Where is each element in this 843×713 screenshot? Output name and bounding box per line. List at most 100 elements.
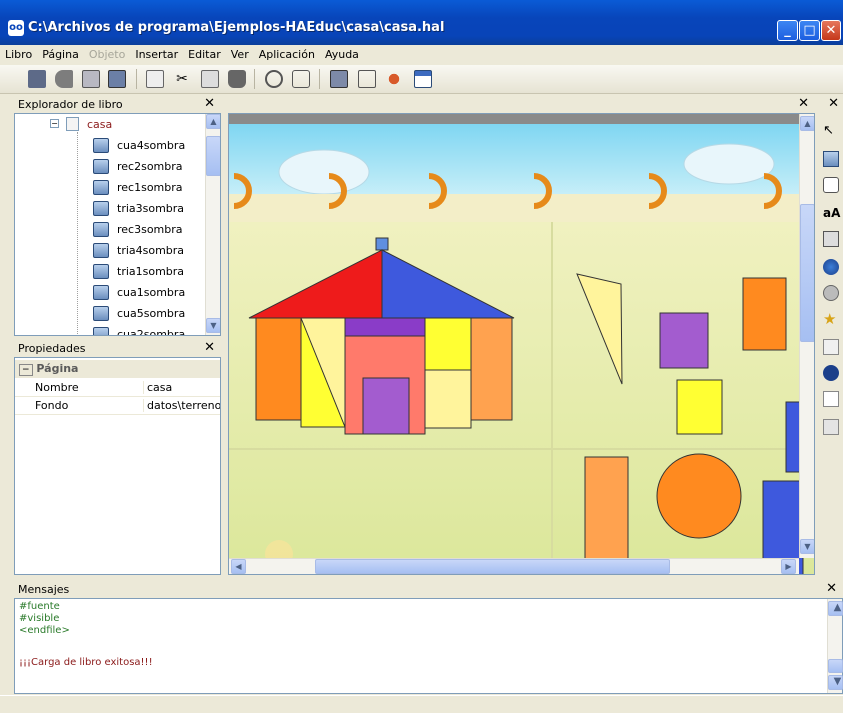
tools-icon[interactable] [385, 70, 403, 88]
scroll-right-icon[interactable]: ▶ [781, 559, 796, 574]
pointer-icon[interactable]: ↖ [823, 123, 839, 139]
status-bar [0, 695, 843, 713]
menu-objeto[interactable]: Objeto [84, 45, 131, 61]
message-line: #fuente [19, 601, 60, 612]
property-row[interactable]: Nombre casa [15, 379, 220, 397]
maximize-button[interactable]: □ [799, 20, 820, 41]
minimize-button[interactable]: _ [777, 20, 798, 41]
tree-root[interactable]: casa [87, 118, 112, 131]
book-explorer: − casa cua4sombra rec2sombra rec1sombra … [14, 113, 221, 336]
property-row[interactable]: Fondodatos\terreno-c [15, 397, 220, 415]
object-icon [93, 180, 109, 195]
explorer-scrollbar[interactable]: ▲ ▼ [205, 114, 220, 335]
page-tool-icon[interactable] [823, 339, 839, 355]
message-line: <endfile> [19, 625, 70, 636]
star-icon[interactable]: ★ [823, 311, 839, 327]
save-icon[interactable] [82, 70, 100, 88]
scroll-thumb[interactable] [828, 659, 843, 673]
canvas-vertical-scrollbar[interactable]: ▲ ▼ [799, 114, 814, 558]
object-icon [93, 264, 109, 279]
explorer-title: Explorador de libro [18, 98, 123, 111]
explorer-close-icon[interactable]: ✕ [204, 96, 215, 111]
preview-icon[interactable] [330, 70, 348, 88]
page-scene [229, 114, 814, 574]
tools-header: ✕ [818, 96, 843, 113]
menu-aplicacion[interactable]: Aplicación [254, 45, 320, 61]
menu-bar: Libro Página Objeto Insertar Editar Ver Aplica… [0, 45, 843, 65]
page-icon [66, 117, 79, 131]
settings-icon[interactable] [292, 70, 310, 88]
scroll-left-icon[interactable]: ◀ [231, 559, 246, 574]
scroll-up-icon[interactable]: ▲ [828, 601, 843, 616]
scroll-thumb[interactable] [206, 136, 220, 176]
duplicate-icon[interactable] [146, 70, 164, 88]
menu-ayuda[interactable]: Ayuda [320, 45, 364, 61]
properties-close-icon[interactable]: ✕ [204, 340, 215, 355]
scroll-down-icon[interactable]: ▼ [800, 539, 814, 554]
save-as-icon[interactable] [108, 70, 126, 88]
collapse-icon[interactable]: − [19, 364, 33, 376]
menu-editar[interactable]: Editar [183, 45, 226, 61]
scroll-down-icon[interactable]: ▼ [206, 318, 220, 333]
title-bar: oo C:\Archivos de programa\Ejemplos-HAEd… [0, 0, 843, 45]
message-line: ¡¡¡Carga de libro exitosa!!! [19, 657, 153, 668]
menu-ver[interactable]: Ver [226, 45, 254, 61]
list-icon[interactable] [823, 419, 839, 435]
canvas-close-icon[interactable]: ✕ [798, 96, 809, 111]
messages-scrollbar[interactable]: ▲ ▼ [827, 599, 843, 693]
delete-icon[interactable] [228, 70, 246, 88]
tools-close-icon[interactable]: ✕ [828, 96, 839, 111]
object-tools: ↖ aA ★ [818, 113, 843, 575]
object-icon [93, 138, 109, 153]
app-icon[interactable]: oo [8, 20, 24, 36]
properties-header: Propiedades ✕ [14, 340, 221, 357]
properties-grid: − Página Nombrecasa Fondodatos\terreno-c [14, 357, 221, 575]
menu-pagina[interactable]: Página [37, 45, 84, 61]
menu-insertar[interactable]: Insertar [130, 45, 183, 61]
object-icon [93, 306, 109, 321]
scroll-thumb[interactable] [800, 204, 814, 342]
scroll-down-icon[interactable]: ▼ [828, 675, 843, 690]
messages-close-icon[interactable]: ✕ [826, 581, 837, 596]
messages-log: #fuente #visible <endfile> ¡¡¡Carga de l… [14, 598, 843, 694]
properties-title: Propiedades [18, 342, 86, 355]
message-line [15, 637, 842, 649]
image-icon[interactable] [823, 151, 839, 167]
page-canvas[interactable]: ▲ ▼ ◀ ▶ [228, 113, 815, 575]
edit-tool-icon[interactable] [358, 70, 376, 88]
window-title: C:\Archivos de programa\Ejemplos-HAEduc\… [28, 20, 445, 35]
toolbar: ✂ [0, 65, 843, 94]
text-icon[interactable]: aA [823, 205, 840, 221]
scroll-up-icon[interactable]: ▲ [800, 116, 814, 131]
open-icon[interactable] [55, 70, 73, 88]
new-book-icon[interactable] [28, 70, 46, 88]
object-icon [93, 285, 109, 300]
properties-icon[interactable] [265, 70, 283, 88]
textbox-icon[interactable] [823, 177, 839, 193]
input-box-icon[interactable] [823, 231, 839, 247]
frame-icon[interactable] [823, 391, 839, 407]
tree-collapse-icon[interactable]: − [50, 119, 59, 128]
scroll-up-icon[interactable]: ▲ [206, 114, 220, 129]
message-line: #visible [19, 613, 60, 624]
cut-icon[interactable]: ✂ [173, 70, 191, 88]
info-icon[interactable] [823, 365, 839, 381]
explorer-header: Explorador de libro ✕ [14, 96, 221, 113]
paste-icon[interactable] [201, 70, 219, 88]
object-icon [93, 159, 109, 174]
scroll-thumb[interactable] [315, 559, 670, 574]
menu-libro[interactable]: Libro [0, 45, 37, 61]
property-category[interactable]: − Página [15, 360, 220, 378]
canvas-horizontal-scrollbar[interactable]: ◀ ▶ [229, 558, 799, 574]
close-button[interactable]: ✕ [821, 20, 841, 41]
object-icon [93, 201, 109, 216]
messages-header: Mensajes ✕ [14, 581, 843, 598]
object-icon [93, 222, 109, 237]
media-icon[interactable] [823, 285, 839, 301]
globe-icon[interactable] [823, 259, 839, 275]
window-icon[interactable] [414, 70, 432, 88]
canvas-header: ✕ [228, 96, 815, 113]
object-icon [93, 243, 109, 258]
messages-title: Mensajes [18, 583, 70, 596]
object-icon [93, 327, 109, 335]
